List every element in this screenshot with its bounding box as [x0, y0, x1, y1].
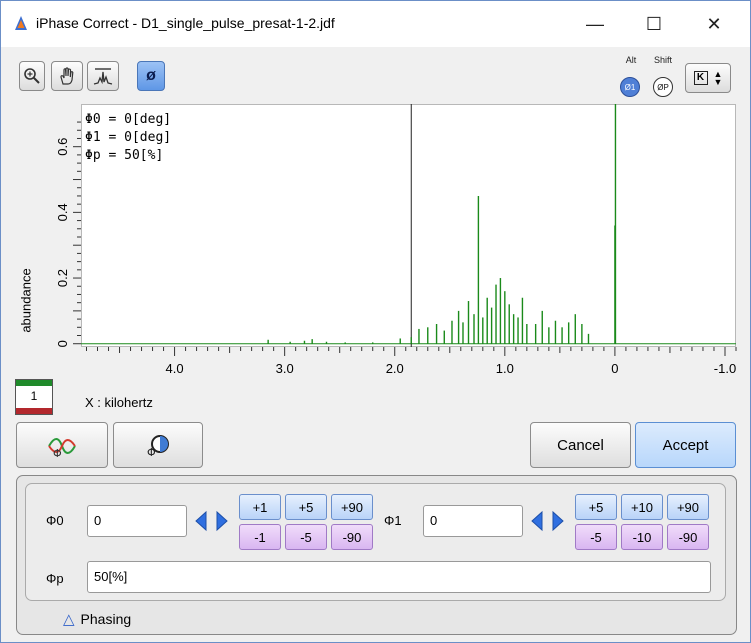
phi0-minus5-button[interactable]: -5 [285, 524, 327, 550]
phi1-plus90-button[interactable]: +90 [667, 494, 709, 520]
phi1-input[interactable]: 0 [423, 505, 523, 537]
spectrum-chart[interactable]: 0 0.2 0.4 0.6 4.0 3.0 2.0 1.0 0 -1.0 [1, 1, 751, 401]
x-tick-label: 4.0 [166, 361, 184, 376]
phi0-plus90-button[interactable]: +90 [331, 494, 373, 520]
auto-phase-button[interactable]: Φ [16, 422, 108, 468]
phi0-plus5-button[interactable]: +5 [285, 494, 327, 520]
phi0-increment-arrow[interactable] [212, 505, 231, 537]
iphase-correct-window: iPhase Correct - D1_single_pulse_presat-… [0, 0, 751, 643]
x-tick-label: 3.0 [276, 361, 294, 376]
phi1-minus90-button[interactable]: -90 [667, 524, 709, 550]
phi1-readout: Φ1 = 0[deg] [85, 130, 172, 145]
left-arrow-icon [194, 510, 206, 532]
x-axis-label: X : kilohertz [85, 395, 153, 410]
phi1-decrement-arrow[interactable] [527, 505, 546, 537]
phip-input[interactable]: 50[%] [87, 561, 711, 593]
page-number: 1 [30, 389, 38, 403]
phi0-label: Φ0 [46, 513, 64, 528]
y-tick-label: 0 [55, 340, 70, 347]
svg-text:Φ: Φ [147, 446, 156, 459]
page-indicator-top-bar [16, 380, 52, 386]
phasing-panel-label: Phasing [80, 611, 132, 627]
phase-reset-button[interactable]: Φ [113, 422, 203, 468]
phi1-increment-arrow[interactable] [548, 505, 567, 537]
phasing-panel-toggle[interactable]: △ Phasing [63, 610, 131, 628]
phi0-decrement-arrow[interactable] [191, 505, 210, 537]
y-tick-label: 0.2 [55, 269, 70, 287]
x-tick-label: 2.0 [386, 361, 404, 376]
x-tick-label: -1.0 [714, 361, 736, 376]
svg-text:Φ: Φ [53, 447, 62, 460]
phi0-minus90-button[interactable]: -90 [331, 524, 373, 550]
x-tick-label: 0 [611, 361, 618, 376]
phi0-plus1-button[interactable]: +1 [239, 494, 281, 520]
phi0-minus1-button[interactable]: -1 [239, 524, 281, 550]
phi1-minus10-button[interactable]: -10 [621, 524, 663, 550]
cancel-button[interactable]: Cancel [530, 422, 631, 468]
phip-readout: Φp = 50[%] [85, 148, 164, 163]
left-arrow-icon [530, 510, 542, 532]
phi0-readout: Φ0 = 0[deg] [85, 112, 172, 127]
phi1-plus10-button[interactable]: +10 [621, 494, 663, 520]
phi1-plus5-button[interactable]: +5 [575, 494, 617, 520]
accept-button[interactable]: Accept [635, 422, 736, 468]
right-arrow-icon [552, 510, 564, 532]
right-arrow-icon [216, 510, 228, 532]
page-indicator[interactable]: 1 [15, 379, 53, 415]
auto-phase-icon: Φ [48, 438, 76, 460]
phip-label: Φp [46, 571, 64, 586]
y-axis-label: abundance [18, 268, 34, 333]
y-tick-label: 0.4 [55, 203, 70, 221]
phi0-input[interactable]: 0 [87, 505, 187, 537]
y-tick-label: 0.6 [55, 138, 70, 156]
x-tick-label: 1.0 [496, 361, 514, 376]
phi1-label: Φ1 [384, 513, 402, 528]
page-indicator-bottom-bar [16, 408, 52, 414]
phase-circle-icon: Φ [147, 435, 169, 459]
phi1-minus5-button[interactable]: -5 [575, 524, 617, 550]
collapse-triangle-icon: △ [63, 611, 75, 628]
